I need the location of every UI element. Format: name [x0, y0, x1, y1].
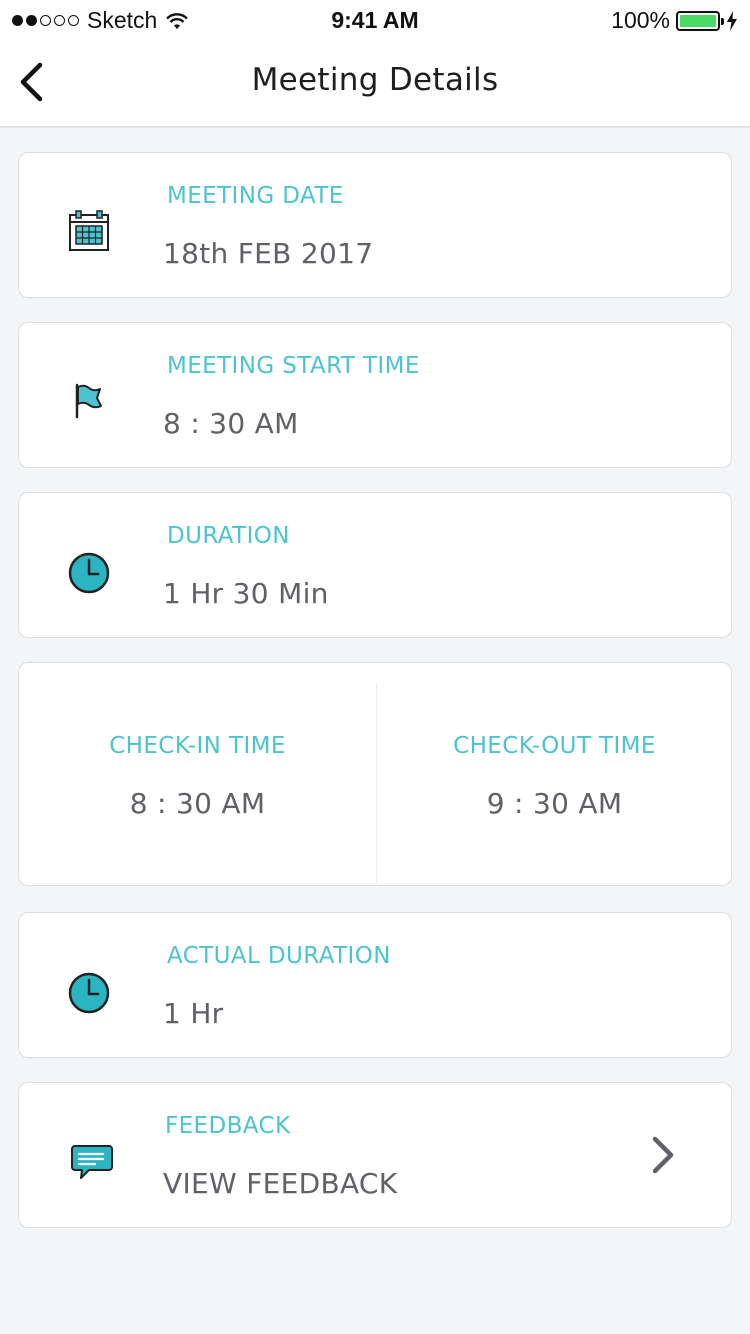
feedback-card[interactable]: FEEDBACK VIEW FEEDBACK: [18, 1082, 732, 1228]
actual-duration-value: 1 Hr: [163, 997, 224, 1030]
check-in-section: CHECK-IN TIME 8 : 30 AM: [19, 663, 376, 885]
actual-duration-label: ACTUAL DURATION: [167, 943, 391, 969]
meeting-date-value: 18th FEB 2017: [163, 237, 374, 270]
clock-icon: [68, 552, 110, 594]
meeting-start-time-card: MEETING START TIME 8 : 30 AM: [18, 322, 732, 468]
check-out-label: CHECK-OUT TIME: [453, 733, 656, 759]
page-title: Meeting Details: [251, 62, 499, 98]
status-bar: Sketch 9:41 AM 100%: [0, 0, 750, 40]
meeting-start-time-label: MEETING START TIME: [167, 353, 420, 379]
meeting-start-time-value: 8 : 30 AM: [163, 407, 299, 440]
duration-value: 1 Hr 30 Min: [163, 577, 329, 610]
chat-icon: [71, 1145, 113, 1179]
battery-percentage: 100%: [611, 7, 670, 33]
calendar-icon: [69, 210, 109, 251]
chevron-right-icon[interactable]: [645, 1133, 681, 1177]
duration-label: DURATION: [167, 523, 290, 549]
duration-card: DURATION 1 Hr 30 Min: [18, 492, 732, 638]
check-in-label: CHECK-IN TIME: [109, 733, 286, 759]
view-feedback-link[interactable]: VIEW FEEDBACK: [163, 1167, 397, 1200]
feedback-label: FEEDBACK: [165, 1113, 291, 1139]
check-out-section: CHECK-OUT TIME 9 : 30 AM: [376, 663, 733, 885]
navigation-bar: Meeting Details: [0, 40, 750, 128]
battery-icon: [676, 10, 724, 31]
meeting-date-card: MEETING DATE 18th FEB 2017: [18, 152, 732, 298]
flag-icon: [75, 383, 102, 419]
meeting-date-label: MEETING DATE: [167, 183, 344, 209]
check-in-value: 8 : 30 AM: [129, 787, 266, 820]
check-in-out-card: CHECK-IN TIME 8 : 30 AM CHECK-OUT TIME 9…: [18, 662, 732, 886]
charging-bolt-icon: [727, 10, 737, 31]
clock-icon: [68, 972, 110, 1014]
check-out-value: 9 : 30 AM: [486, 787, 623, 820]
actual-duration-card: ACTUAL DURATION 1 Hr: [18, 912, 732, 1058]
status-right: 100%: [611, 7, 738, 34]
